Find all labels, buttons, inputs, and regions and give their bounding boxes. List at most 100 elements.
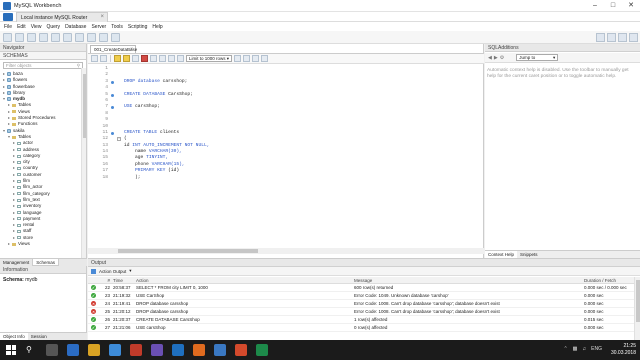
reconnect-icon[interactable]: [111, 33, 120, 42]
create-view-icon[interactable]: [63, 33, 72, 42]
open-sql-script-icon[interactable]: [15, 33, 24, 42]
toggle-sidebar-icon[interactable]: [629, 33, 638, 42]
tab-session[interactable]: Session: [28, 333, 50, 340]
menu-help[interactable]: Help: [152, 22, 167, 31]
create-schema-icon[interactable]: [39, 33, 48, 42]
settings-icon[interactable]: [596, 33, 605, 42]
search-table-data-icon[interactable]: [99, 33, 108, 42]
word-wrap-icon[interactable]: [261, 55, 268, 62]
output-row[interactable]: ✓ 26 21:20:37 CREATE DATABASE CarsShop 1 row…: [88, 316, 634, 324]
folder-icon: [12, 104, 16, 108]
mysql-workbench-icon[interactable]: [214, 344, 226, 356]
output-selector[interactable]: Action Output: [99, 269, 126, 274]
tree-item[interactable]: ▸ Views: [0, 241, 86, 247]
output-row[interactable]: × 25 21:20:12 DROP database carsshop Error C…: [88, 308, 634, 316]
rollback-icon[interactable]: [168, 55, 175, 62]
new-sql-tab-icon[interactable]: [3, 33, 12, 42]
output-row[interactable]: ✓ 22 20:58:37 SELECT * FROM city LIMIT 0, 1…: [88, 284, 634, 292]
tab-context-help[interactable]: Context Help: [485, 251, 518, 258]
menu-view[interactable]: View: [31, 22, 47, 31]
connection-tab[interactable]: Local instance MySQL Router ×: [16, 12, 108, 22]
create-procedure-icon[interactable]: [75, 33, 84, 42]
create-function-icon[interactable]: [87, 33, 96, 42]
menu-tools[interactable]: Tools: [111, 22, 128, 31]
search-icon[interactable]: ⚲: [26, 345, 32, 354]
close-tab-icon[interactable]: ×: [100, 14, 104, 20]
visual-studio-icon[interactable]: [151, 344, 163, 356]
column-time[interactable]: Time: [112, 278, 136, 283]
tab-management[interactable]: Management: [0, 259, 32, 266]
clock[interactable]: 21:25 30.03.2018: [611, 343, 636, 357]
chevron-down-icon[interactable]: ▾: [129, 268, 131, 274]
volume-icon[interactable]: ♫: [582, 346, 586, 352]
execute-current-icon[interactable]: [123, 55, 130, 62]
column-number[interactable]: #: [102, 278, 112, 283]
autocommit-icon[interactable]: [177, 55, 184, 62]
forward-arrow-icon[interactable]: ▶: [494, 55, 498, 61]
invisible-chars-icon[interactable]: [252, 55, 259, 62]
word-icon[interactable]: [172, 344, 184, 356]
scrollbar-thumb[interactable]: [636, 280, 640, 322]
filter-objects-input[interactable]: Filter objects ⚲: [3, 62, 83, 69]
close-editor-tab-icon[interactable]: ×: [130, 46, 133, 51]
column-duration[interactable]: Duration / Fetch: [584, 278, 634, 283]
editor-tab[interactable]: 001_CreateDataBase ×: [90, 45, 137, 53]
menu-file[interactable]: File: [4, 22, 17, 31]
menu-scripting[interactable]: Scripting: [128, 22, 152, 31]
excel-icon[interactable]: [256, 344, 268, 356]
jump-to-select[interactable]: Jump to ▾: [516, 54, 559, 61]
close-button[interactable]: ✕: [622, 0, 640, 12]
navigator-scrollbar[interactable]: [81, 68, 86, 262]
language-indicator[interactable]: ENG: [591, 346, 602, 352]
save-icon[interactable]: [100, 55, 107, 62]
toggle-output-icon[interactable]: [618, 33, 627, 42]
output-row[interactable]: × 24 21:19:41 DROP database carsshop Error C…: [88, 300, 634, 308]
limit-rows-select[interactable]: Limit to 1000 rows ▾: [186, 55, 232, 62]
tab-object-info[interactable]: Object Info: [0, 333, 28, 340]
column-action[interactable]: Action: [136, 278, 354, 283]
powerpoint-icon[interactable]: [235, 344, 247, 356]
chevron-up-icon[interactable]: ⌃: [563, 346, 567, 352]
execute-icon[interactable]: [114, 55, 121, 62]
output-row[interactable]: ✓ 27 21:21:06 USE carsShop 0 row(s) affected…: [88, 324, 634, 332]
output-row[interactable]: ✓ 23 21:19:32 USE CarShop Error Code: 1049. …: [88, 292, 634, 300]
file-explorer-icon[interactable]: [88, 344, 100, 356]
column-message[interactable]: Message: [354, 278, 584, 283]
maximize-button[interactable]: □: [604, 0, 622, 12]
menu-edit[interactable]: Edit: [17, 22, 31, 31]
menu-database[interactable]: Database: [65, 22, 91, 31]
back-arrow-icon[interactable]: ◀: [488, 55, 492, 61]
menu-server[interactable]: Server: [91, 22, 111, 31]
menu-query[interactable]: Query: [46, 22, 65, 31]
create-table-icon[interactable]: [51, 33, 60, 42]
tab-schemas[interactable]: Schemas: [32, 259, 60, 266]
minimize-button[interactable]: –: [586, 0, 604, 12]
jump-label: Jump to: [519, 55, 536, 60]
home-icon[interactable]: [3, 13, 13, 21]
open-file-icon[interactable]: [91, 55, 98, 62]
tab-snippets[interactable]: Snippets: [517, 251, 541, 258]
edge-icon[interactable]: [67, 344, 79, 356]
find-icon[interactable]: [243, 55, 250, 62]
stop-on-error-icon[interactable]: [150, 55, 157, 62]
toggle-navigator-icon[interactable]: [607, 33, 616, 42]
explain-icon[interactable]: [132, 55, 139, 62]
schema-inspector-icon[interactable]: [27, 33, 36, 42]
editor-hscrollbar[interactable]: [88, 248, 484, 254]
stop-icon[interactable]: [141, 55, 148, 62]
scrollbar-thumb[interactable]: [118, 249, 258, 253]
code-area[interactable]: 1 2 3 DROP database carsshop; 4 5 CREATE DATAB…: [88, 66, 484, 181]
task-view-icon[interactable]: [46, 344, 58, 356]
commit-icon[interactable]: [159, 55, 166, 62]
windows-start-icon[interactable]: [6, 345, 16, 355]
network-icon[interactable]: ▩: [573, 346, 578, 352]
beautify-icon[interactable]: [234, 55, 241, 62]
fold-toggle-icon[interactable]: -: [117, 137, 121, 142]
firefox-icon[interactable]: [193, 344, 205, 356]
office-icon[interactable]: [130, 344, 142, 356]
scrollbar-thumb[interactable]: [83, 74, 86, 138]
code-line[interactable]: 18 );: [88, 175, 484, 181]
auto-help-icon[interactable]: ⚙: [500, 55, 504, 61]
output-scrollbar[interactable]: [634, 277, 640, 341]
store-icon[interactable]: [109, 344, 121, 356]
